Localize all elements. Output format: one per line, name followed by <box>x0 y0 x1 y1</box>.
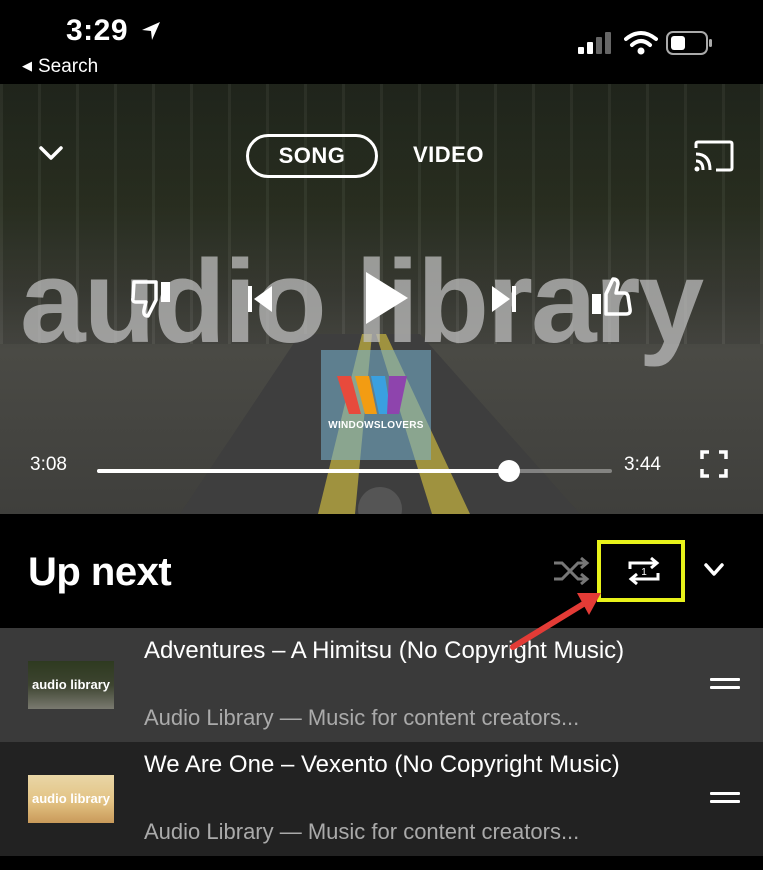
watermark-logo: WINDOWSLOVERS <box>321 350 431 460</box>
next-track-icon[interactable] <box>490 284 518 314</box>
progress-track[interactable] <box>97 460 612 482</box>
play-icon[interactable] <box>362 270 410 326</box>
wifi-icon <box>624 31 658 55</box>
location-arrow-icon <box>142 22 160 40</box>
progress-scrubber[interactable] <box>498 460 520 482</box>
back-label: Search <box>38 56 99 77</box>
chevron-down-icon[interactable] <box>703 562 725 578</box>
queue-item-subtitle: Audio Library — Music for content creato… <box>144 705 580 730</box>
back-to-search-link[interactable]: ◀ Search <box>22 56 98 78</box>
progress-fill <box>97 469 509 473</box>
shuffle-icon[interactable] <box>552 556 590 586</box>
svg-text:1: 1 <box>641 567 647 578</box>
current-time: 3:08 <box>30 454 67 475</box>
video-player[interactable]: audio library SONG VIDEO WINDOWSLOVERS 3… <box>0 84 763 514</box>
status-bar: 3:29 ◀ Search <box>0 0 763 84</box>
collapse-chevron-icon[interactable] <box>38 144 64 162</box>
battery-icon <box>666 31 712 55</box>
drag-handle-icon[interactable] <box>710 678 740 692</box>
queue-thumbnail-text: audio library <box>31 677 111 692</box>
queue-item-subtitle: Audio Library — Music for content creato… <box>144 819 580 844</box>
drag-handle-icon[interactable] <box>710 792 740 806</box>
logo-brand-text: WINDOWSLOVERS <box>328 420 424 431</box>
clock: 3:29 <box>66 14 129 47</box>
queue-item[interactable]: audio library We Are One – Vexento (No C… <box>0 742 763 856</box>
queue-thumbnail: audio library <box>28 775 114 823</box>
thumbs-down-icon[interactable] <box>130 276 176 320</box>
duration: 3:44 <box>624 454 661 475</box>
tab-song[interactable]: SONG <box>246 134 378 178</box>
annotation-arrow-icon <box>510 593 601 650</box>
back-triangle-icon: ◀ <box>22 58 32 73</box>
windowslovers-logo-icon <box>337 376 407 414</box>
previous-track-icon[interactable] <box>246 284 274 314</box>
tab-video[interactable]: VIDEO <box>413 142 484 168</box>
up-next-title: Up next <box>28 550 172 594</box>
queue-item-title: We Are One – Vexento (No Copyright Music… <box>144 751 620 778</box>
repeat-one-icon[interactable]: 1 <box>626 554 662 588</box>
up-next-header: Up next 1 <box>0 514 763 628</box>
cast-icon[interactable] <box>694 140 734 172</box>
queue-list: audio library Adventures – A Himitsu (No… <box>0 628 763 870</box>
fullscreen-icon[interactable] <box>700 450 728 478</box>
queue-item[interactable]: audio library Adventures – A Himitsu (No… <box>0 628 763 742</box>
queue-thumbnail-text: audio library <box>31 791 111 806</box>
signal-icon <box>578 32 611 54</box>
thumbs-up-icon[interactable] <box>588 276 634 320</box>
queue-thumbnail: audio library <box>28 661 114 709</box>
